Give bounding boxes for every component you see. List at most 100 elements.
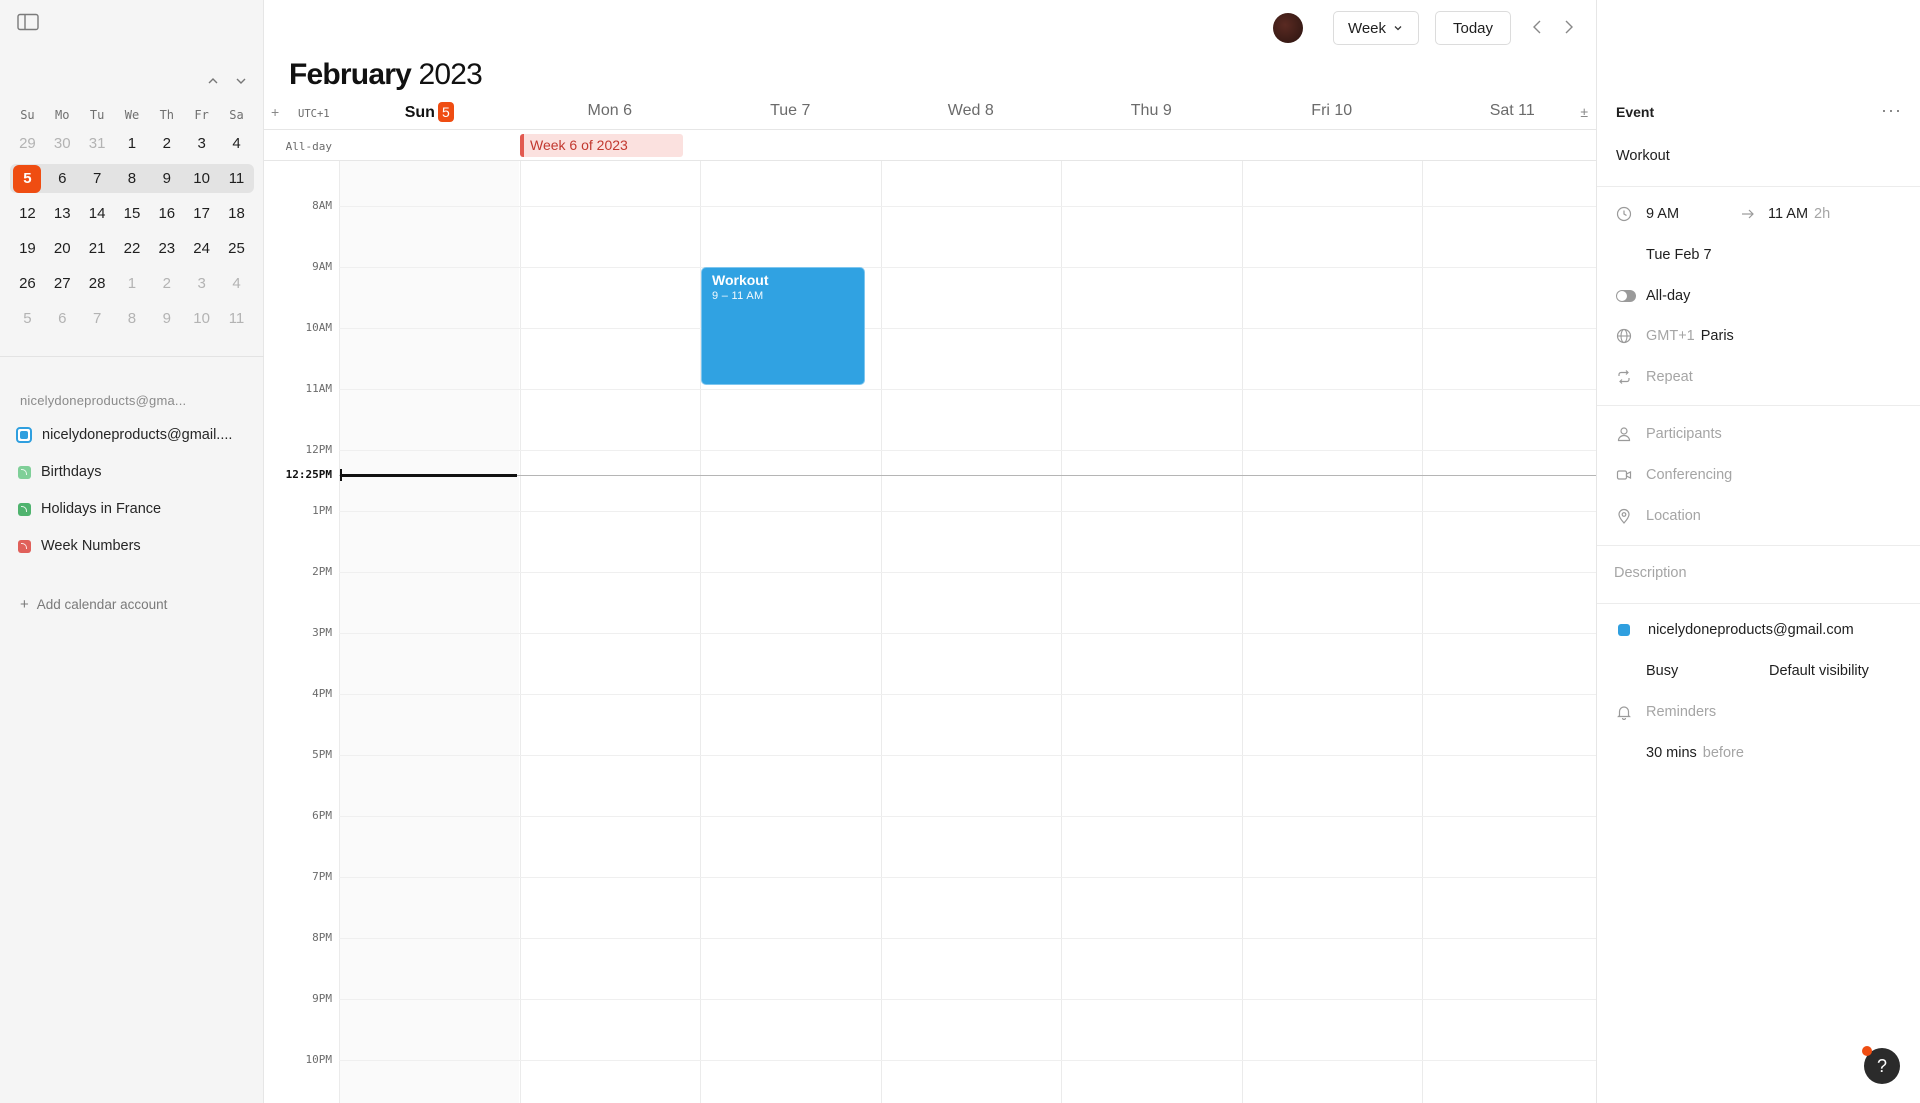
all-day-event[interactable]: Week 6 of 2023 [520,134,683,157]
hour-line [339,755,1596,756]
mini-calendar-day[interactable]: 12 [10,205,45,222]
mini-calendar-day[interactable]: 28 [80,275,115,292]
calendar-item[interactable]: Holidays in France [16,501,161,517]
plus-icon: + [20,596,29,613]
mini-calendar-day[interactable]: 31 [80,135,115,152]
mini-calendar-day[interactable]: 11 [219,310,254,327]
timezone-row[interactable]: GMT+1 Paris [1616,328,1734,344]
mini-calendar-day[interactable]: 18 [219,205,254,222]
end-time[interactable]: 11 AM [1768,206,1808,222]
mini-calendar-day[interactable]: 7 [80,310,115,327]
day-header-sun[interactable]: Sun 5 [339,102,520,122]
repeat-row[interactable]: Repeat [1616,369,1693,385]
mini-calendar-day[interactable]: 26 [10,275,45,292]
mini-calendar-day[interactable]: 6 [45,170,80,187]
calendar-color-icon [16,427,32,443]
avatar[interactable] [1273,13,1303,43]
view-selector-label: Week [1347,19,1387,37]
timezone-city: Paris [1700,328,1734,344]
all-day-label: All-day [285,140,332,153]
calendar-row[interactable]: nicelydoneproducts@gmail.com [1616,622,1854,638]
previous-week-icon[interactable] [1528,17,1548,37]
event-date[interactable]: Tue Feb 7 [1646,247,1712,263]
mini-calendar-day[interactable]: 8 [115,170,150,187]
mini-calendar-day[interactable]: 9 [149,310,184,327]
current-time-line [339,475,1596,477]
mini-calendar-day[interactable]: 20 [45,240,80,257]
mini-calendar-day[interactable]: 5 [10,164,45,193]
mini-calendar-day[interactable]: 1 [115,275,150,292]
mini-calendar-day[interactable]: 30 [45,135,80,152]
mini-calendar-day[interactable]: 4 [219,275,254,292]
location-row[interactable]: Location [1616,508,1701,524]
timezone-label: UTC+1 [298,108,330,120]
mini-calendar-day[interactable]: 2 [149,275,184,292]
conferencing-row[interactable]: Conferencing [1616,467,1732,483]
mini-calendar-day[interactable]: 10 [184,310,219,327]
mini-calendar-day[interactable]: 24 [184,240,219,257]
mini-calendar-day[interactable]: 8 [115,310,150,327]
participants-row[interactable]: Participants [1616,426,1722,442]
mini-calendar-day[interactable]: 3 [184,275,219,292]
visibility-select[interactable]: Default visibility [1769,663,1869,679]
mini-calendar-day[interactable]: 7 [80,170,115,187]
mini-calendar-day[interactable]: 2 [149,135,184,152]
start-time[interactable]: 9 AM [1646,206,1740,222]
day-header-sat[interactable]: Sat 11 [1422,102,1603,120]
event-workout[interactable]: Workout 9 – 11 AM [701,267,865,385]
calendar-item[interactable]: nicelydoneproducts@gmail.... [16,427,232,443]
day-name: Sat [1489,102,1514,119]
mini-calendar-prev-icon[interactable] [204,72,222,90]
next-week-icon[interactable] [1558,17,1578,37]
mini-calendar-day[interactable]: 21 [80,240,115,257]
mini-calendar-day[interactable]: 16 [149,205,184,222]
event-title-field[interactable]: Workout [1616,148,1670,164]
calendar-item[interactable]: Birthdays [16,464,101,480]
mini-calendar-day[interactable]: 3 [184,135,219,152]
all-day-toggle-row[interactable]: All-day [1616,288,1690,304]
mini-calendar-day[interactable]: 5 [10,310,45,327]
day-header-thu[interactable]: Thu 9 [1061,102,1242,120]
mini-calendar-day[interactable]: 27 [45,275,80,292]
mini-calendar-day[interactable]: 1 [115,135,150,152]
mini-calendar-day[interactable]: 25 [219,240,254,257]
reminder-item[interactable]: 30 mins before [1646,745,1744,761]
mini-calendar-day[interactable]: 22 [115,240,150,257]
mini-calendar-day[interactable]: 19 [10,240,45,257]
more-options-icon[interactable]: ··· [1881,100,1902,121]
mini-calendar-day[interactable]: 11 [219,170,254,187]
mini-calendar-day[interactable]: 14 [80,205,115,222]
mini-calendar-day[interactable]: 29 [10,135,45,152]
day-header-mon[interactable]: Mon 6 [520,102,701,120]
day-header-tue[interactable]: Tue 7 [700,102,881,120]
sidebar: Su Mo Tu We Th Fr Sa 29 30 31 1 2 3 4 5 6 7 8 9 10 11 12 13 14 1… [0,0,264,1103]
expand-collapse-button[interactable]: ± [1580,104,1588,120]
day-header-fri[interactable]: Fri 10 [1242,102,1423,120]
all-day-row: All-day Week 6 of 2023 [264,131,1596,161]
today-button[interactable]: Today [1435,11,1511,45]
panel-divider [1597,603,1920,604]
time-grid[interactable]: 8AM 9AM 10AM 11AM 12PM 1PM 2PM 3PM 4PM 5PM 6PM 7PM 8… [264,161,1596,1103]
view-selector-button[interactable]: Week [1333,11,1419,45]
day-header-wed[interactable]: Wed 8 [881,102,1062,120]
hour-label: 8AM [312,199,332,212]
mini-calendar-day[interactable]: 10 [184,170,219,187]
add-calendar-account-button[interactable]: + Add calendar account [20,596,167,613]
calendar-item[interactable]: Week Numbers [16,538,141,554]
mini-calendar-day[interactable]: 6 [45,310,80,327]
mini-calendar-day[interactable]: 4 [219,135,254,152]
mini-calendar-next-icon[interactable] [232,72,250,90]
sidebar-toggle-icon[interactable] [17,13,39,31]
all-day-toggle[interactable] [1616,290,1636,302]
mini-calendar-day[interactable]: 15 [115,205,150,222]
mini-calendar-day[interactable]: 23 [149,240,184,257]
panel-divider [1597,186,1920,187]
mini-calendar-day[interactable]: 13 [45,205,80,222]
mini-calendar-day[interactable]: 9 [149,170,184,187]
add-timezone-button[interactable]: + [271,104,279,120]
mini-calendar-day[interactable]: 17 [184,205,219,222]
availability-select[interactable]: Busy [1646,663,1769,679]
reminders-row[interactable]: Reminders [1616,704,1716,720]
description-field[interactable]: Description [1614,565,1687,581]
reminders-label: Reminders [1646,704,1717,720]
